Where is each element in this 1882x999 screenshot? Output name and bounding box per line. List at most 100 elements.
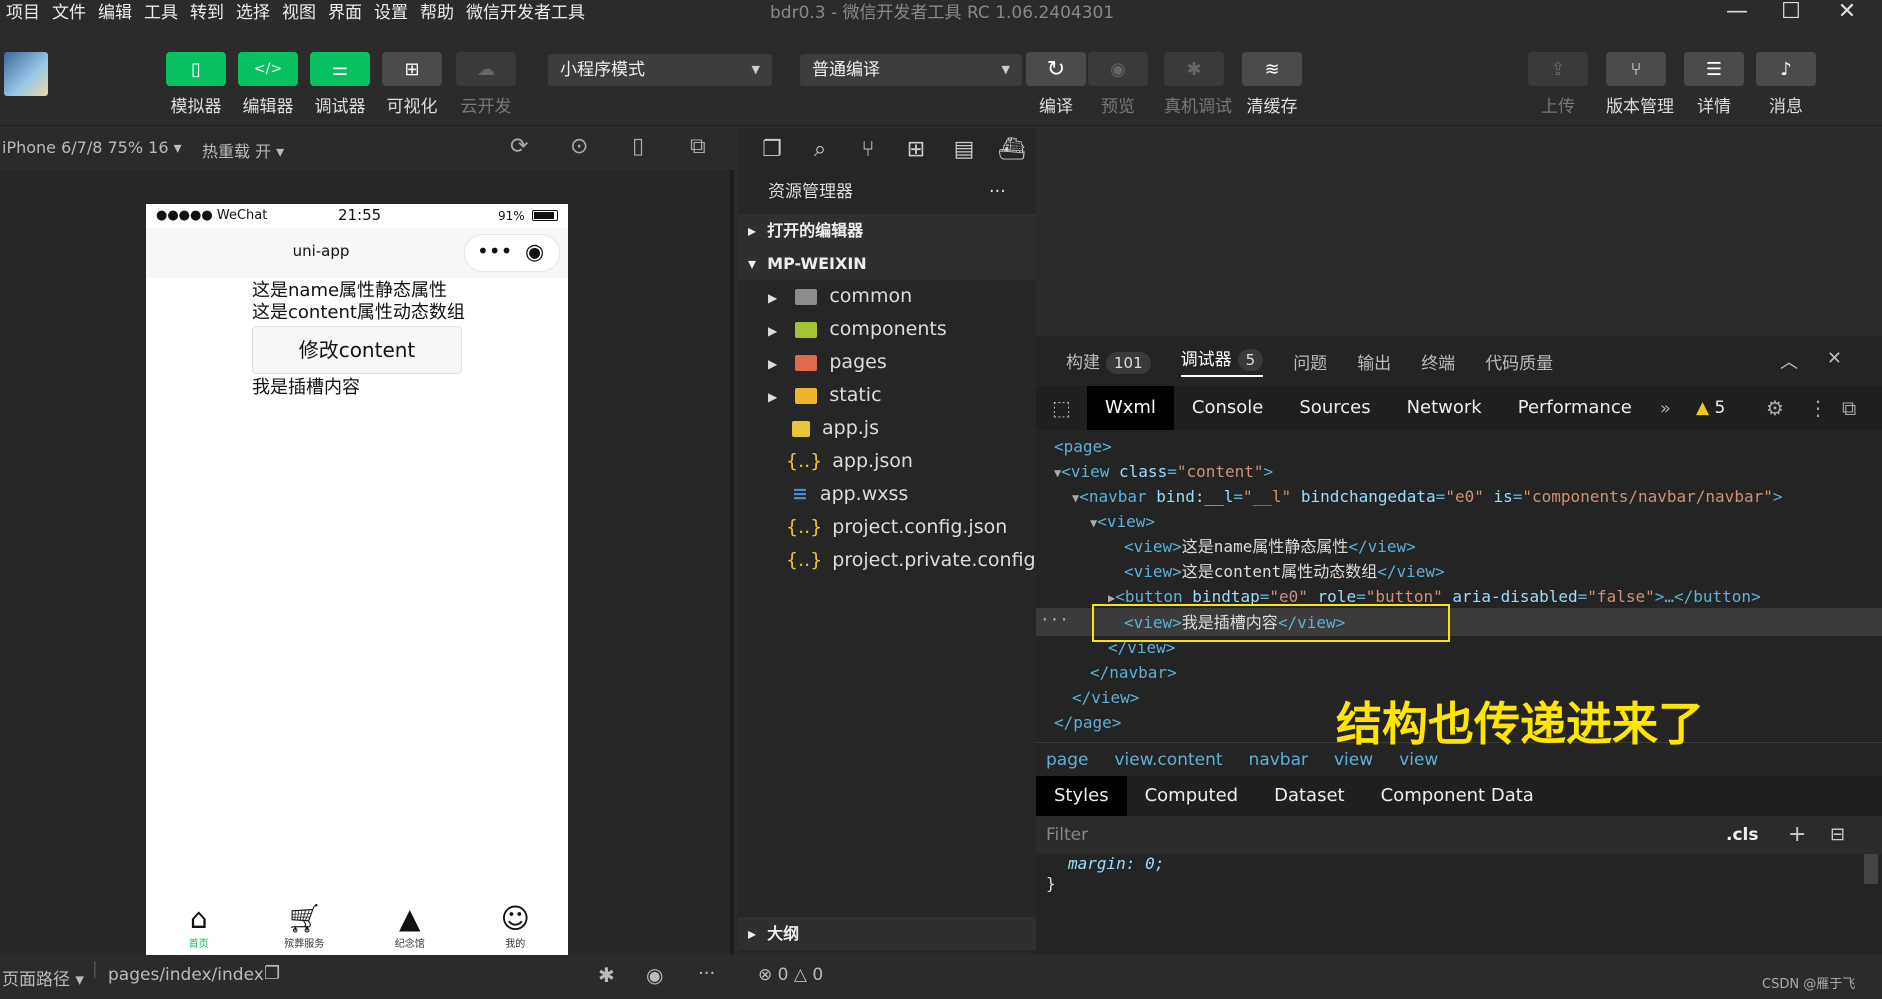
simulator-button[interactable]: ▯ 模拟器 [166,52,226,117]
real-debug-button[interactable]: ✱ 真机调试 [1164,52,1232,117]
extensions-icon[interactable]: ⊞ [892,137,940,162]
storage-icon[interactable]: ▤ [940,137,988,162]
tab-performance[interactable]: Performance [1500,386,1650,430]
files-icon[interactable]: ❐ [748,137,796,162]
wxml-node[interactable]: </page> [1054,710,1121,735]
messages-button[interactable]: ♪ 消息 [1756,52,1816,117]
more-icon[interactable]: ··· [989,170,1006,214]
compile-select[interactable]: 普通编译 ▼ [800,54,1022,86]
more-icon[interactable]: ··· [698,963,715,984]
wxml-node[interactable]: </view> [1108,635,1175,660]
kebab-icon[interactable]: ⋮ [1808,386,1828,430]
menu-interface[interactable]: 界面 [322,0,368,26]
breadcrumb-item[interactable]: view.content [1114,750,1222,770]
phone-icon[interactable]: ▯ [632,134,644,159]
search-icon[interactable]: ⌕ [796,137,844,162]
tab-computed[interactable]: Computed [1127,776,1257,816]
wxml-node[interactable]: ▼<view class="content"> [1054,459,1273,484]
menu-tools[interactable]: 工具 [138,0,184,26]
eye-icon[interactable]: ◉ [646,963,663,987]
debugger-button[interactable]: ⚌ 调试器 [310,52,370,117]
filter-input[interactable]: Filter [1046,825,1088,845]
popout-icon[interactable]: ⧉ [690,134,706,159]
tab-network[interactable]: Network [1389,386,1500,430]
close-mini-icon[interactable]: ◉ [525,240,544,265]
sidebar-toggle-icon[interactable]: ⊟ [1830,816,1845,854]
menu-goto[interactable]: 转到 [184,0,230,26]
wxml-node[interactable]: <view>这是content属性动态数组</view> [1124,559,1445,584]
tab-styles[interactable]: Styles [1036,776,1127,816]
gear-icon[interactable]: ⚙ [1766,386,1784,430]
bug-icon[interactable]: ✱ [598,963,615,987]
wxml-node[interactable]: ▼<navbar bind:__l="__l" bindchangedata="… [1072,484,1782,509]
git-icon[interactable]: ⑂ [844,137,892,162]
clear-cache-button[interactable]: ≋ 清缓存 [1242,52,1302,117]
tab-terminal[interactable]: 终端 [1421,349,1455,374]
more-icon[interactable]: ··· [1040,610,1069,629]
tab-quality[interactable]: 代码质量 [1485,349,1553,374]
cloud-button[interactable]: ☁ 云开发 [456,52,516,117]
scrollbar[interactable] [1864,854,1878,884]
tree-folder-common[interactable]: ▶ common [738,280,1036,313]
avatar[interactable] [4,52,48,96]
tab-debugger[interactable]: 调试器 5 [1180,345,1264,377]
tab-output[interactable]: 输出 [1357,349,1391,374]
breadcrumb-item[interactable]: navbar [1249,750,1308,770]
tree-folder-static[interactable]: ▶ static [738,379,1036,412]
copy-icon[interactable]: ❐ [264,963,280,984]
tab-service[interactable]: 🛒︎ 殡葬服务 [252,899,358,955]
menu-edit[interactable]: 编辑 [92,0,138,26]
menu-help[interactable]: 帮助 [414,0,460,26]
tab-build[interactable]: 构建 101 [1066,348,1151,374]
tree-folder-components[interactable]: ▶ components [738,313,1036,346]
mode-select[interactable]: 小程序模式 ▼ [548,54,772,86]
tree-file-app-js[interactable]: app.js [738,412,1036,445]
tree-file-app-json[interactable]: {..} app.json [738,445,1036,478]
tree-file-project-config[interactable]: {..} project.config.json [738,511,1036,544]
menu-file[interactable]: 文件 [46,0,92,26]
menu-view[interactable]: 视图 [276,0,322,26]
tab-component-data[interactable]: Component Data [1363,776,1552,816]
wxml-node[interactable]: </view> [1072,685,1139,710]
tree-file-app-wxss[interactable]: ≡ app.wxss [738,478,1036,511]
details-button[interactable]: ☰ 详情 [1684,52,1744,117]
outline-section[interactable]: ▸ 大纲 [738,917,1036,950]
tab-home[interactable]: ⌂ 首页 [146,899,252,955]
wxml-node[interactable]: </navbar> [1090,660,1177,685]
device-select[interactable]: iPhone 6/7/8 75% 16 ▾ [2,138,182,157]
breadcrumb-item[interactable]: page [1046,750,1088,770]
close-window-icon[interactable]: ✕ [1822,0,1872,26]
more-tabs-icon[interactable]: » [1650,398,1681,419]
more-icon[interactable]: ••• [477,239,512,263]
menu-wechat-devtools[interactable]: 微信开发者工具 [460,0,591,26]
close-icon[interactable]: ✕ [1827,348,1842,369]
tab-sources[interactable]: Sources [1281,386,1388,430]
tree-folder-pages[interactable]: ▶ pages [738,346,1036,379]
docker-icon[interactable]: ⛴ [988,137,1036,162]
record-icon[interactable]: ⊙ [570,134,588,159]
tab-wxml[interactable]: Wxml [1086,386,1174,430]
css-declaration[interactable]: margin: 0; [1068,854,1164,873]
open-editors-section[interactable]: ▸ 打开的编辑器 [738,214,1036,247]
project-section[interactable]: ▾ MP-WEIXIN [738,247,1036,280]
tab-dataset[interactable]: Dataset [1256,776,1363,816]
capsule-button[interactable]: ••• ◉ [464,234,560,272]
problems-indicator[interactable]: ⊗ 0 △ 0 [758,965,823,985]
chevron-up-icon[interactable]: ︿ [1780,348,1798,374]
tab-mine[interactable]: ☺ 我的 [463,899,569,955]
hot-reload-toggle[interactable]: 热重载 开 ▾ [202,138,284,162]
menu-project[interactable]: 项目 [0,0,46,26]
editor-button[interactable]: </> 编辑器 [238,52,298,117]
visual-button[interactable]: ⊞ 可视化 [382,52,442,117]
menu-select[interactable]: 选择 [230,0,276,26]
wxml-node[interactable]: <page> [1054,434,1112,459]
page-path-select[interactable]: 页面路径 ▾ [2,965,84,990]
tab-issues[interactable]: 问题 [1293,349,1327,374]
wxml-node[interactable]: ▼<view> [1090,509,1155,534]
minimize-icon[interactable]: — [1712,0,1762,26]
rotate-icon[interactable]: ⟳ [510,134,528,159]
tree-file-project-private-config[interactable]: {..} project.private.config.js... [738,544,1075,577]
tab-console[interactable]: Console [1174,386,1281,430]
cls-button[interactable]: .cls [1726,816,1758,854]
warnings-indicator[interactable]: ▲ 5 [1696,386,1725,430]
